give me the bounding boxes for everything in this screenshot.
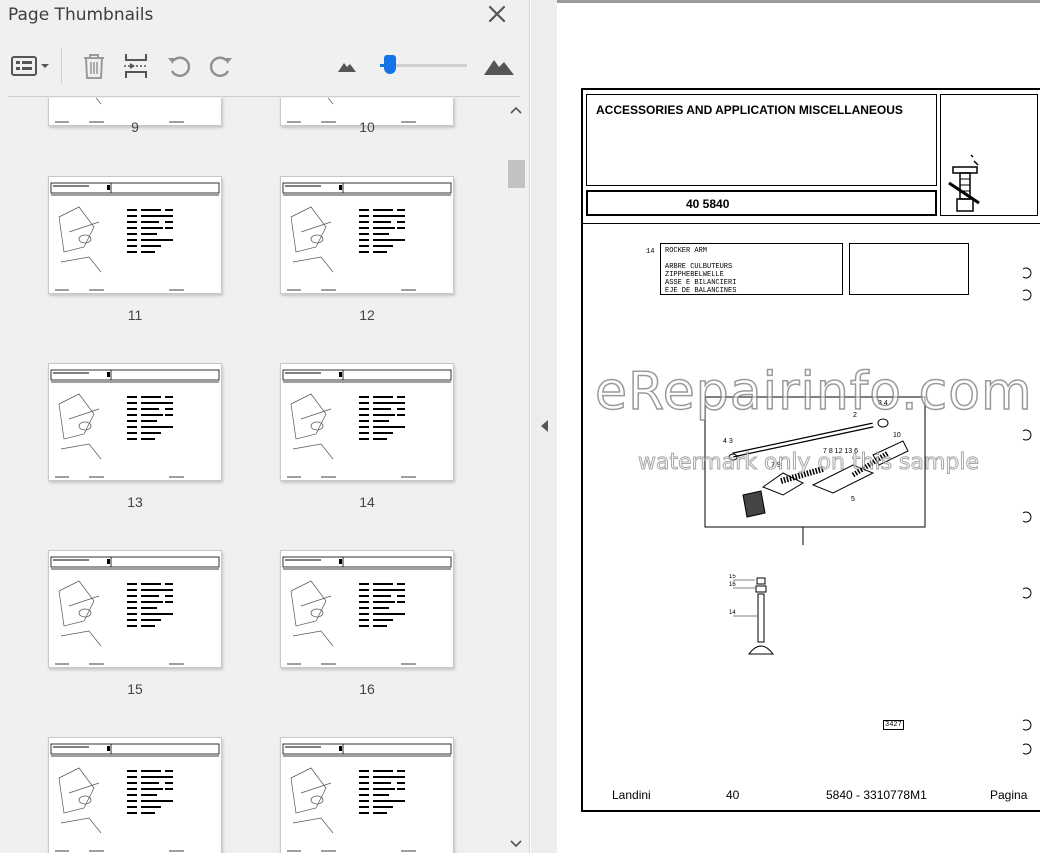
page-thumbnail[interactable] <box>280 550 454 668</box>
mountain-large-icon <box>484 60 514 75</box>
valve-drawing: 15 16 14 <box>729 574 775 655</box>
svg-text:3 4: 3 4 <box>878 400 888 407</box>
item-description-lines: ROCKER ARM ARBRE CULBUTEURS ZIPPHEBELWELL… <box>665 247 736 295</box>
margin-marks <box>1022 267 1032 755</box>
panel-divider <box>8 96 520 97</box>
page-thumbnails-panel: Page Thumbnails 9 10 11 12 13 14 15 16 <box>0 0 530 853</box>
thumbnail-list: 9101112131415161718 <box>0 98 504 853</box>
thumbnail-zoom-in-button[interactable] <box>482 52 516 80</box>
panel-title: Page Thumbnails <box>8 5 154 25</box>
rotate-counterclockwise-button[interactable] <box>165 52 193 80</box>
svg-text:2: 2 <box>853 412 857 419</box>
svg-text:10: 10 <box>893 432 901 439</box>
page-thumbnail[interactable] <box>280 737 454 853</box>
footer-part-code: 5840 - 3310778M1 <box>826 788 927 802</box>
scroll-down-button[interactable] <box>505 836 527 852</box>
page-thumbnail[interactable] <box>48 176 222 294</box>
thumbnail-options-icon <box>11 56 49 76</box>
thumbnail-page-number: 13 <box>127 494 143 510</box>
thumbnail-zoom-out-button[interactable] <box>336 52 358 80</box>
item-description-line: ASSE E BILANCIERI <box>665 279 737 287</box>
thumbnail-page-preview <box>282 556 452 665</box>
section-title: ACCESSORIES AND APPLICATION MISCELLANEOU… <box>596 103 903 117</box>
item-description-line: EJE DE BALANCINES <box>665 287 737 295</box>
thumbnail-page-number: 12 <box>359 307 375 323</box>
insert-page-button[interactable] <box>122 52 150 80</box>
thumbnail-scrollbar[interactable] <box>505 98 527 853</box>
item-description-line <box>665 255 736 263</box>
rocker-arm-assembly-drawing: 2 3 4 4 3 10 7 8 12 13 6 7 9 5 <box>704 396 926 545</box>
delete-page-button[interactable] <box>80 52 108 80</box>
footer-label: Pagina <box>990 788 1028 802</box>
item-description-line: ZIPPHEBELWELLE <box>665 271 724 279</box>
thumbnail-page-preview <box>282 743 452 852</box>
rotate-clockwise-icon <box>209 56 232 77</box>
thumbnail-page-number: 10 <box>359 119 375 135</box>
item-description-box: ROCKER ARM ARBRE CULBUTEURS ZIPPHEBELWELL… <box>660 243 843 295</box>
insert-page-icon <box>124 54 148 78</box>
tool-icon <box>948 154 980 212</box>
scroll-up-button[interactable] <box>505 102 527 118</box>
scrollbar-thumb[interactable] <box>508 160 525 188</box>
drawing-reference: 3427 <box>883 720 904 730</box>
thumbnail-page-preview <box>282 182 452 291</box>
thumbnail-page-number: 15 <box>127 681 143 697</box>
page-thumbnail[interactable] <box>48 363 222 481</box>
trash-icon <box>84 54 104 79</box>
page-thumbnail[interactable] <box>280 363 454 481</box>
svg-text:15: 15 <box>729 574 736 580</box>
mountain-small-icon <box>338 63 356 72</box>
thumbnail-size-slider-handle[interactable] <box>384 55 397 74</box>
close-icon <box>488 5 506 23</box>
page-thumbnail[interactable] <box>280 176 454 294</box>
svg-text:7 9: 7 9 <box>771 462 781 469</box>
item-description-line: ROCKER ARM <box>665 247 708 255</box>
svg-text:7 8 12 13 6: 7 8 12 13 6 <box>823 448 858 455</box>
thumbnail-page-number: 14 <box>359 494 375 510</box>
thumbnail-page-number: 11 <box>127 307 143 323</box>
section-code: 40 5840 <box>686 197 730 211</box>
close-panel-button[interactable] <box>486 3 508 25</box>
svg-text:4 3: 4 3 <box>723 438 733 445</box>
item-description-line: ARBRE CULBUTEURS <box>665 263 733 271</box>
svg-text:5: 5 <box>851 496 855 503</box>
header-code-box: 40 5840 <box>586 190 937 216</box>
toolbar-separator <box>61 48 62 84</box>
chevron-left-icon <box>541 420 548 432</box>
parts-sheet: ACCESSORIES AND APPLICATION MISCELLANEOU… <box>581 88 1040 812</box>
thumbnail-options-button[interactable] <box>9 52 51 80</box>
page-thumbnail[interactable] <box>48 550 222 668</box>
header-separator <box>583 223 1040 224</box>
footer-page-number: 40 <box>726 788 740 802</box>
page-thumbnail[interactable] <box>48 737 222 853</box>
rotate-counterclockwise-icon <box>168 56 191 77</box>
empty-info-box <box>849 243 969 295</box>
header-title-box: ACCESSORIES AND APPLICATION MISCELLANEOU… <box>586 94 937 186</box>
thumbnail-page-preview <box>50 182 220 291</box>
thumbnail-page-preview <box>282 369 452 478</box>
footer-brand: Landini <box>612 788 651 802</box>
header-icon-box <box>940 94 1038 216</box>
svg-text:14: 14 <box>729 610 736 616</box>
thumbnail-page-preview <box>50 556 220 665</box>
thumbnail-page-preview <box>50 369 220 478</box>
chevron-up-icon <box>510 106 522 114</box>
page-footer: Landini 40 5840 - 3310778M1 Pagina <box>583 788 1040 806</box>
pdf-viewer: Page Thumbnails 9 10 11 12 13 14 15 16 A… <box>0 0 1040 853</box>
thumbnail-page-number: 9 <box>131 119 139 135</box>
rotate-clockwise-button[interactable] <box>207 52 235 80</box>
thumbnail-page-preview <box>50 743 220 852</box>
thumbnail-page-number: 16 <box>359 681 375 697</box>
item-number: 14 <box>646 248 655 256</box>
collapse-panel-button[interactable] <box>538 417 552 435</box>
svg-text:16: 16 <box>729 582 736 588</box>
document-page: ACCESSORIES AND APPLICATION MISCELLANEOU… <box>557 0 1040 853</box>
chevron-down-icon <box>510 840 522 848</box>
